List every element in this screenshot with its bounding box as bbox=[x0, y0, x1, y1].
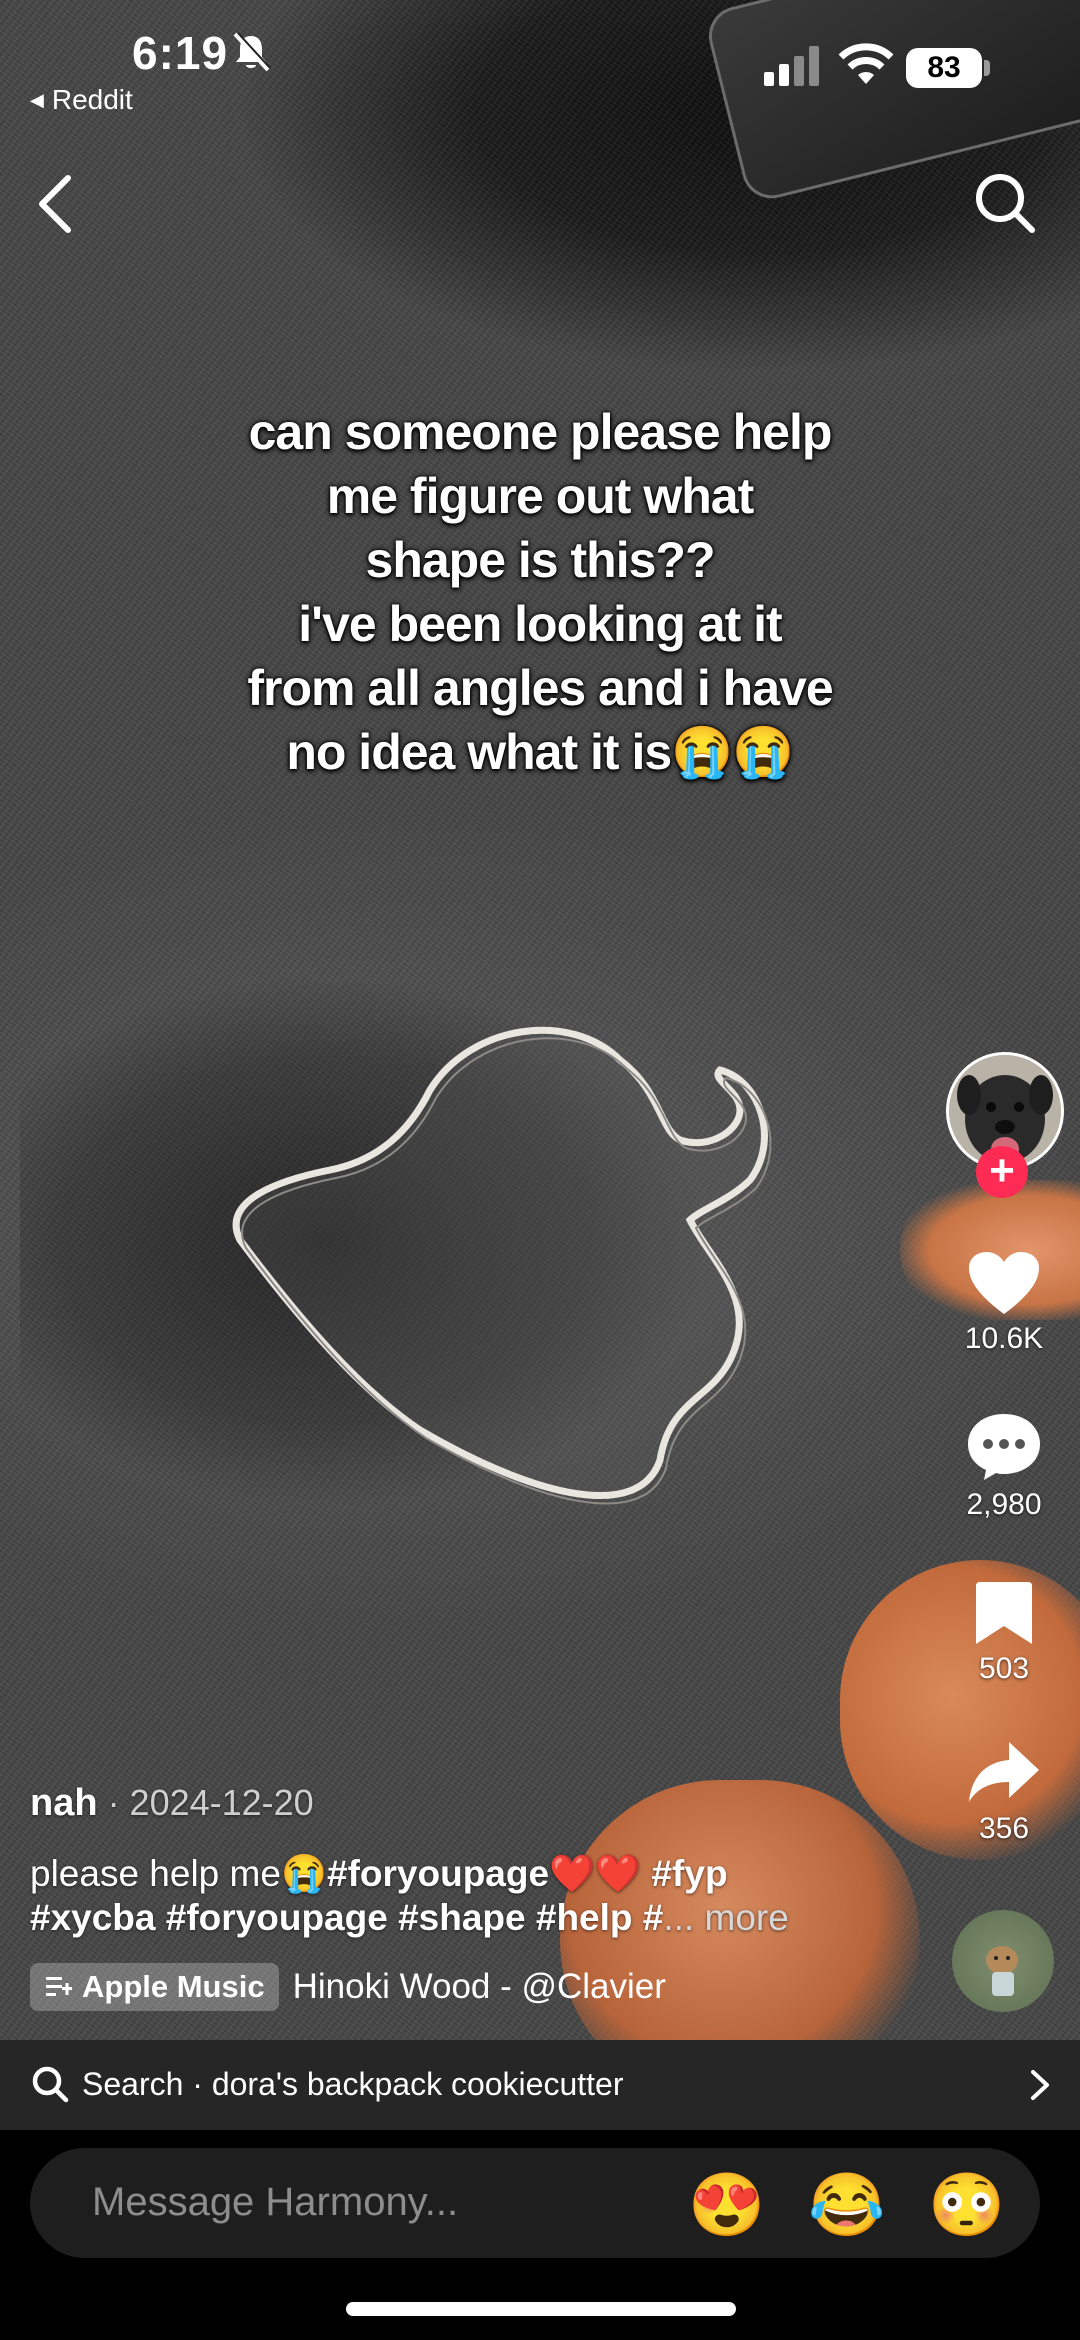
back-chevron-icon[interactable] bbox=[30, 170, 82, 238]
wifi-icon bbox=[838, 43, 894, 84]
comment-button[interactable]: 2,980 bbox=[958, 1412, 1050, 1522]
playlist-add-icon bbox=[46, 1977, 72, 1996]
music-disc[interactable] bbox=[952, 1910, 1054, 2012]
post-date: · 2024-12-20 bbox=[97, 1782, 314, 1823]
video-overlay-text: can someone please help me figure out wh… bbox=[150, 400, 930, 784]
share-arrow-icon bbox=[969, 1742, 1039, 1802]
overlay-line: i've been looking at it bbox=[298, 596, 782, 652]
home-indicator[interactable] bbox=[346, 2302, 736, 2316]
caption-hashtags[interactable]: #foryoupage❤️❤️ #fyp bbox=[327, 1853, 728, 1894]
battery-indicator: 83 bbox=[906, 48, 982, 88]
like-button[interactable]: 10.6K bbox=[958, 1250, 1050, 1356]
emoji-flushed-button[interactable]: 😳 bbox=[928, 2170, 1005, 2242]
share-button[interactable]: 356 bbox=[958, 1740, 1050, 1846]
battery-nub bbox=[984, 60, 990, 76]
save-button[interactable]: 503 bbox=[958, 1580, 1050, 1686]
heart-icon bbox=[969, 1252, 1039, 1314]
bell-muted-icon bbox=[233, 32, 271, 72]
video-frame[interactable] bbox=[0, 0, 1080, 2040]
author-name[interactable]: nah bbox=[30, 1782, 98, 1824]
like-count: 10.6K bbox=[964, 1322, 1044, 1355]
overlay-line: me figure out what bbox=[326, 468, 754, 524]
caption-hashtags[interactable]: #xycba #foryoupage #shape #help # bbox=[30, 1897, 663, 1938]
follow-button[interactable]: + bbox=[976, 1146, 1028, 1198]
status-time: 6:19 bbox=[132, 27, 229, 79]
save-count: 503 bbox=[978, 1652, 1030, 1685]
apple-music-label: Apple Music bbox=[82, 1969, 265, 2004]
back-to-app-link[interactable]: ◀ Reddit bbox=[30, 84, 133, 116]
overlay-line: no idea what it is😭😭 bbox=[286, 724, 794, 780]
message-placeholder: Message Harmony... bbox=[92, 2180, 459, 2224]
video-caption[interactable]: please help me😭#foryoupage❤️❤️ #fyp #xyc… bbox=[30, 1852, 860, 1940]
caption-text: please help me😭 bbox=[30, 1853, 328, 1894]
music-track[interactable]: Hinoki Wood - @Clavier bbox=[293, 1967, 666, 2007]
author-line[interactable]: nah · 2024-12-20 bbox=[30, 1782, 314, 1825]
message-input[interactable]: Message Harmony... bbox=[30, 2148, 1040, 2258]
music-cover-image bbox=[986, 1946, 1018, 1996]
overlay-line: shape is this?? bbox=[365, 532, 716, 588]
overlay-line: from all angles and i have bbox=[247, 660, 833, 716]
back-triangle-icon: ◀ bbox=[30, 90, 44, 110]
back-app-label: Reddit bbox=[51, 84, 133, 115]
status-bar: 6:19 ◀ Reddit 83 bbox=[0, 0, 1080, 120]
cookie-cutter-image bbox=[232, 1026, 772, 1505]
overlay-line: can someone please help bbox=[248, 404, 833, 460]
bookmark-icon bbox=[976, 1582, 1032, 1644]
search-suggestion-bar[interactable]: Search · dora's backpack cookiecutter bbox=[0, 2040, 1080, 2130]
caption-more-link[interactable]: ... more bbox=[663, 1897, 788, 1938]
emoji-heart-eyes-button[interactable]: 😍 bbox=[688, 2170, 765, 2242]
comment-bubble-icon bbox=[968, 1414, 1040, 1480]
chevron-right-icon bbox=[1031, 2070, 1049, 2100]
search-icon bbox=[32, 2066, 69, 2103]
cellular-signal-icon bbox=[764, 46, 819, 86]
music-row[interactable]: Apple Music Hinoki Wood - @Clavier bbox=[30, 1962, 666, 2012]
comment-count: 2,980 bbox=[966, 1488, 1042, 1521]
apple-music-badge[interactable]: Apple Music bbox=[30, 1963, 279, 2011]
search-suggestion-text: Search · dora's backpack cookiecutter bbox=[82, 2066, 624, 2102]
search-icon[interactable] bbox=[972, 170, 1038, 236]
emoji-laughing-button[interactable]: 😂 bbox=[808, 2170, 885, 2242]
share-count: 356 bbox=[978, 1812, 1030, 1845]
